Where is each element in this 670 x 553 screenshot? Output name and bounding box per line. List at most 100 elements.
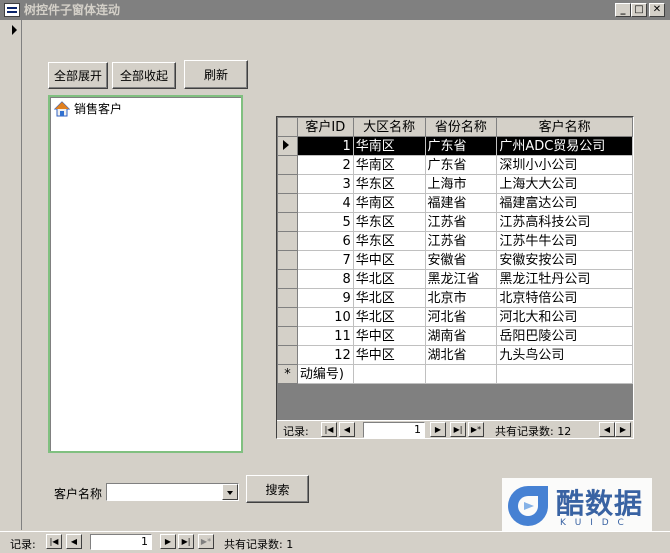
table-row[interactable]: 6 华东区 江苏省 江苏牛牛公司 — [277, 231, 633, 251]
cell-region[interactable]: 华东区 — [352, 174, 426, 194]
table-row[interactable]: 9 华北区 北京市 北京特倍公司 — [277, 288, 633, 308]
subform-new-record-button[interactable]: ▶* — [468, 422, 484, 437]
column-header-province[interactable]: 省份名称 — [424, 117, 498, 137]
cell-region[interactable]: 华东区 — [352, 231, 426, 251]
minimize-button[interactable]: _ — [615, 3, 631, 17]
row-selector[interactable] — [277, 345, 298, 365]
subform-hscroll-right[interactable]: ▶ — [615, 422, 631, 437]
cell-province[interactable]: 江苏省 — [424, 231, 498, 251]
chevron-down-icon[interactable] — [222, 484, 238, 500]
cell-customer-id[interactable]: 8 — [296, 269, 354, 289]
form-icon[interactable] — [4, 3, 20, 17]
cell-customer-name[interactable]: 北京特倍公司 — [496, 288, 633, 308]
cell-region[interactable]: 华东区 — [352, 212, 426, 232]
table-row[interactable]: 2 华南区 广东省 深圳小小公司 — [277, 155, 633, 175]
form-next-record-button[interactable]: ▶ — [160, 534, 176, 549]
row-selector[interactable] — [277, 326, 298, 346]
subform-first-record-button[interactable]: |◀ — [321, 422, 337, 437]
cell-province[interactable]: 河北省 — [424, 307, 498, 327]
cell-customer-id[interactable]: 7 — [296, 250, 354, 270]
cell-region[interactable]: 华南区 — [352, 155, 426, 175]
cell-customer-id[interactable]: 12 — [296, 345, 354, 365]
cell-region-new[interactable] — [352, 364, 426, 384]
row-selector[interactable] — [277, 231, 298, 251]
collapse-all-button[interactable]: 全部收起 — [112, 62, 176, 89]
cell-customer-name[interactable]: 黑龙江牡丹公司 — [496, 269, 633, 289]
form-last-record-button[interactable]: ▶| — [178, 534, 194, 549]
search-button[interactable]: 搜索 — [246, 475, 309, 503]
cell-customer-id[interactable]: 10 — [296, 307, 354, 327]
form-first-record-button[interactable]: |◀ — [46, 534, 62, 549]
cell-region[interactable]: 华中区 — [352, 326, 426, 346]
new-record-marker[interactable]: * — [277, 364, 298, 384]
cell-province[interactable]: 上海市 — [424, 174, 498, 194]
form-prev-record-button[interactable]: ◀ — [66, 534, 82, 549]
customer-name-combo[interactable] — [106, 483, 239, 501]
cell-province[interactable]: 湖南省 — [424, 326, 498, 346]
cell-customer-name[interactable]: 河北大和公司 — [496, 307, 633, 327]
cell-customer-id[interactable]: 1 — [296, 136, 354, 156]
cell-province[interactable]: 广东省 — [424, 155, 498, 175]
subform-last-record-button[interactable]: ▶| — [450, 422, 466, 437]
row-selector[interactable] — [277, 269, 298, 289]
table-row[interactable]: 5 华东区 江苏省 江苏高科技公司 — [277, 212, 633, 232]
row-selector[interactable] — [277, 155, 298, 175]
table-row[interactable]: 4 华南区 福建省 福建富达公司 — [277, 193, 633, 213]
row-selector[interactable] — [277, 174, 298, 194]
record-selector-strip[interactable] — [0, 20, 22, 530]
cell-customer-name[interactable]: 江苏牛牛公司 — [496, 231, 633, 251]
row-selector[interactable] — [277, 212, 298, 232]
table-row[interactable]: 12 华中区 湖北省 九头鸟公司 — [277, 345, 633, 365]
cell-customer-id[interactable]: 5 — [296, 212, 354, 232]
refresh-button[interactable]: 刷新 — [184, 60, 248, 89]
cell-province[interactable]: 湖北省 — [424, 345, 498, 365]
cell-customer-id[interactable]: 4 — [296, 193, 354, 213]
cell-province[interactable]: 安徽省 — [424, 250, 498, 270]
subform-prev-record-button[interactable]: ◀ — [339, 422, 355, 437]
cell-region[interactable]: 华南区 — [352, 193, 426, 213]
cell-region[interactable]: 华中区 — [352, 250, 426, 270]
form-record-number-field[interactable]: 1 — [90, 534, 152, 550]
table-row[interactable]: 3 华东区 上海市 上海大大公司 — [277, 174, 633, 194]
expand-all-button[interactable]: 全部展开 — [48, 62, 108, 89]
cell-region[interactable]: 华北区 — [352, 288, 426, 308]
row-selector[interactable] — [277, 136, 298, 156]
select-all-corner[interactable] — [277, 117, 298, 137]
cell-customer-name[interactable]: 福建富达公司 — [496, 193, 633, 213]
cell-province[interactable]: 黑龙江省 — [424, 269, 498, 289]
close-button[interactable]: ✕ — [649, 3, 665, 17]
row-selector[interactable] — [277, 193, 298, 213]
row-selector[interactable] — [277, 250, 298, 270]
cell-customer-name[interactable]: 九头鸟公司 — [496, 345, 633, 365]
new-record-row[interactable]: * 动编号) — [277, 364, 633, 384]
cell-customer-name[interactable]: 江苏高科技公司 — [496, 212, 633, 232]
cell-region[interactable]: 华中区 — [352, 345, 426, 365]
cell-customer-name[interactable]: 上海大大公司 — [496, 174, 633, 194]
cell-province[interactable]: 北京市 — [424, 288, 498, 308]
cell-region[interactable]: 华北区 — [352, 307, 426, 327]
table-row[interactable]: 8 华北区 黑龙江省 黑龙江牡丹公司 — [277, 269, 633, 289]
tree-view[interactable]: 销售客户 — [48, 95, 243, 453]
cell-customer-name-new[interactable] — [496, 364, 633, 384]
tree-node-root[interactable]: 销售客户 — [54, 100, 122, 117]
subform-next-record-button[interactable]: ▶ — [430, 422, 446, 437]
subform-record-number-field[interactable]: 1 — [363, 422, 425, 438]
row-selector[interactable] — [277, 307, 298, 327]
cell-customer-id[interactable]: 9 — [296, 288, 354, 308]
customer-datasheet[interactable]: 客户ID 大区名称 省份名称 客户名称 1 华南区 广东省 广州ADC贸易公司 2 华南区… — [276, 116, 634, 439]
cell-customer-id[interactable]: 3 — [296, 174, 354, 194]
column-header-id[interactable]: 客户ID — [296, 117, 354, 137]
cell-province[interactable]: 广东省 — [424, 136, 498, 156]
table-row[interactable]: 7 华中区 安徽省 安徽安按公司 — [277, 250, 633, 270]
table-row[interactable]: 11 华中区 湖南省 岳阳巴陵公司 — [277, 326, 633, 346]
cell-customer-name[interactable]: 安徽安按公司 — [496, 250, 633, 270]
cell-province[interactable]: 福建省 — [424, 193, 498, 213]
cell-customer-id[interactable]: 6 — [296, 231, 354, 251]
row-selector[interactable] — [277, 288, 298, 308]
cell-customer-id[interactable]: 2 — [296, 155, 354, 175]
column-header-region[interactable]: 大区名称 — [352, 117, 426, 137]
cell-customer-id[interactable]: 11 — [296, 326, 354, 346]
cell-region[interactable]: 华北区 — [352, 269, 426, 289]
table-row[interactable]: 10 华北区 河北省 河北大和公司 — [277, 307, 633, 327]
subform-hscroll-left[interactable]: ◀ — [599, 422, 615, 437]
